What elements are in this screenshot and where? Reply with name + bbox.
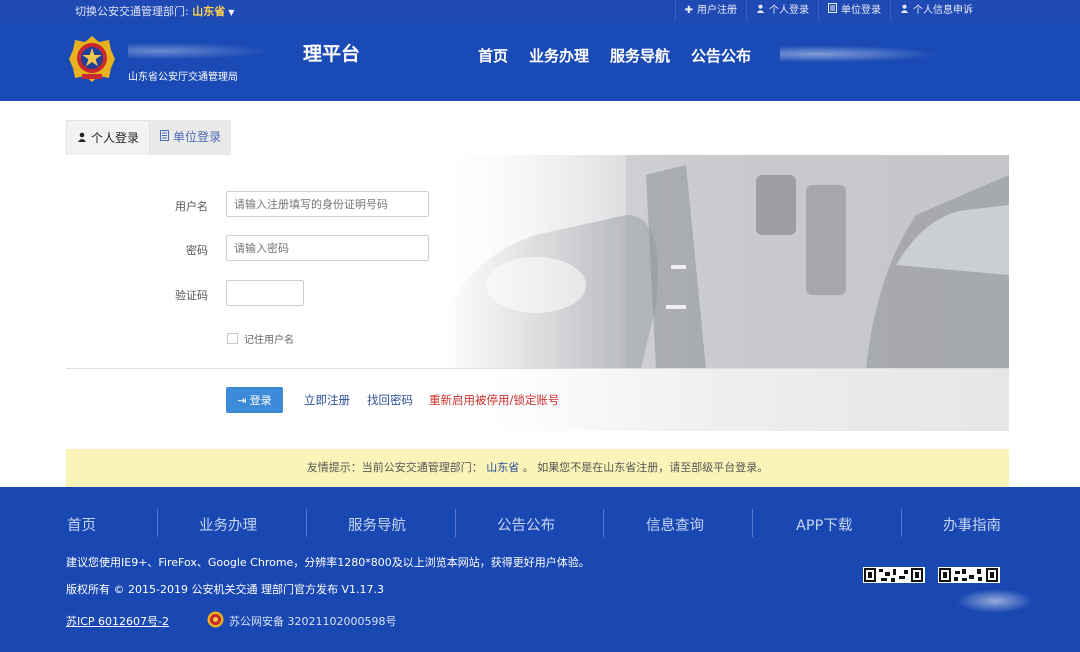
region-switcher[interactable]: 切换公安交通管理部门: 山东省 ▼ — [75, 3, 234, 19]
tab-company-login[interactable]: 单位登录 — [150, 120, 232, 155]
top-link-label: 个人登录 — [769, 4, 809, 16]
region-value[interactable]: 山东省 — [192, 5, 225, 18]
user-icon — [77, 121, 87, 156]
login-panel: 用户名 密码 验证码 记住用户名 ⇥ 登录 立即注册 找回密码 重新启用被停用/… — [66, 155, 1009, 431]
blurred-site-name — [128, 41, 288, 61]
nav-item-announcements[interactable]: 公告公布 — [691, 45, 751, 66]
footer-nav-divider — [157, 509, 158, 537]
plus-icon: ✚ — [684, 4, 693, 16]
tab-personal-login[interactable]: 个人登录 — [66, 120, 151, 156]
remember-checkbox[interactable] — [227, 333, 238, 344]
captcha-label: 验证码 — [175, 289, 208, 302]
footer-nav-guide[interactable]: 办事指南 — [943, 514, 1001, 535]
nav-item-home[interactable]: 首页 — [478, 45, 508, 66]
qr-code-icon[interactable] — [863, 567, 925, 583]
site-header: 山东省公安厅交通管理局 理平台 首页 业务办理 服务导航 公告公布 — [0, 21, 1080, 101]
police-badge-icon — [207, 611, 224, 628]
org-name: 山东省公安厅交通管理局 — [128, 72, 238, 83]
police-emblem-logo[interactable] — [67, 34, 117, 84]
footer-nav-divider — [603, 509, 604, 537]
tab-label: 个人登录 — [91, 130, 140, 145]
password-label: 密码 — [186, 244, 208, 257]
icp-link[interactable]: 苏ICP 6012607号-2 — [66, 613, 169, 629]
top-links: ✚ 用户注册 个人登录 单位登录 个人信息申诉 — [674, 0, 982, 21]
username-input[interactable] — [226, 191, 429, 217]
login-button[interactable]: ⇥ 登录 — [226, 387, 283, 413]
footer-nav-divider — [901, 509, 902, 537]
blurred-footer-text — [950, 587, 1040, 615]
footer-nav-info-query[interactable]: 信息查询 — [646, 514, 704, 535]
sign-in-icon: ⇥ — [237, 393, 247, 407]
top-link-label: 个人信息申诉 — [913, 4, 973, 16]
reactivate-account-link[interactable]: 重新启用被停用/锁定账号 — [429, 392, 559, 408]
register-link[interactable]: 立即注册 — [304, 392, 350, 408]
building-icon — [160, 120, 170, 155]
footer-nav-divider — [455, 509, 456, 537]
tab-label: 单位登录 — [173, 130, 222, 144]
nav-item-service-guide[interactable]: 服务导航 — [610, 45, 670, 66]
password-input[interactable] — [226, 235, 429, 261]
notice-banner: 友情提示：当前公安交通管理部门： 山东省 。 如果您不是在山东省注册，请至部级平… — [66, 449, 1009, 487]
top-bar: 切换公安交通管理部门: 山东省 ▼ ✚ 用户注册 个人登录 单位登录 个人信息申诉 — [0, 0, 1080, 21]
top-link-register[interactable]: ✚ 用户注册 — [674, 0, 746, 21]
platform-title: 理平台 — [303, 43, 361, 65]
caret-down-icon[interactable]: ▼ — [228, 8, 234, 17]
building-icon — [828, 1, 837, 21]
notice-province: 山东省 — [486, 461, 520, 474]
footer-nav-divider — [306, 509, 307, 537]
top-link-personal-login[interactable]: 个人登录 — [746, 0, 818, 21]
footer-nav-announcements[interactable]: 公告公布 — [497, 514, 555, 535]
browser-tip: 建议您使用IE9+、FireFox、Google Chrome，分辨率1280*… — [66, 556, 590, 569]
copyright: 版权所有 © 2015-2019 公安机关交通 理部门官方发布 V1.17.3 — [66, 583, 384, 596]
top-link-appeal[interactable]: 个人信息申诉 — [890, 0, 982, 21]
remember-label: 记住用户名 — [244, 335, 294, 346]
notice-suffix: 。 如果您不是在山东省注册，请至部级平台登录。 — [522, 461, 769, 474]
user-icon — [900, 1, 909, 21]
login-button-label: 登录 — [249, 394, 272, 407]
nav-item-business[interactable]: 业务办理 — [529, 45, 589, 66]
footer-nav-service-guide[interactable]: 服务导航 — [348, 514, 406, 535]
site-footer: 首页 业务办理 服务导航 公告公布 信息查询 APP下载 办事指南 建议您使用I… — [0, 487, 1080, 652]
footer-nav-app-download[interactable]: APP下载 — [796, 514, 852, 535]
top-link-label: 用户注册 — [697, 4, 737, 16]
notice-prefix: 友情提示：当前公安交通管理部门： — [306, 461, 483, 474]
main-nav: 首页 业务办理 服务导航 公告公布 — [478, 45, 751, 66]
footer-nav-home[interactable]: 首页 — [67, 514, 96, 535]
beian-text[interactable]: 苏公网安备 32021102000598号 — [229, 613, 396, 629]
footer-nav: 首页 业务办理 服务导航 公告公布 信息查询 APP下载 办事指南 — [0, 509, 1080, 539]
user-icon — [756, 1, 765, 21]
traffic-background-image — [66, 155, 1009, 369]
top-link-label: 单位登录 — [841, 4, 881, 16]
username-label: 用户名 — [175, 200, 208, 213]
footer-nav-business[interactable]: 业务办理 — [199, 514, 257, 535]
qr-code-icon[interactable] — [938, 567, 1000, 583]
footer-nav-divider — [752, 509, 753, 537]
blurred-nav-items — [780, 43, 970, 65]
region-prefix: 切换公安交通管理部门: — [75, 5, 189, 18]
login-tabs: 个人登录 单位登录 — [66, 120, 232, 156]
top-link-company-login[interactable]: 单位登录 — [818, 0, 890, 21]
remember-username[interactable]: 记住用户名 — [227, 331, 294, 346]
captcha-input[interactable] — [226, 280, 304, 306]
recover-password-link[interactable]: 找回密码 — [367, 392, 413, 408]
